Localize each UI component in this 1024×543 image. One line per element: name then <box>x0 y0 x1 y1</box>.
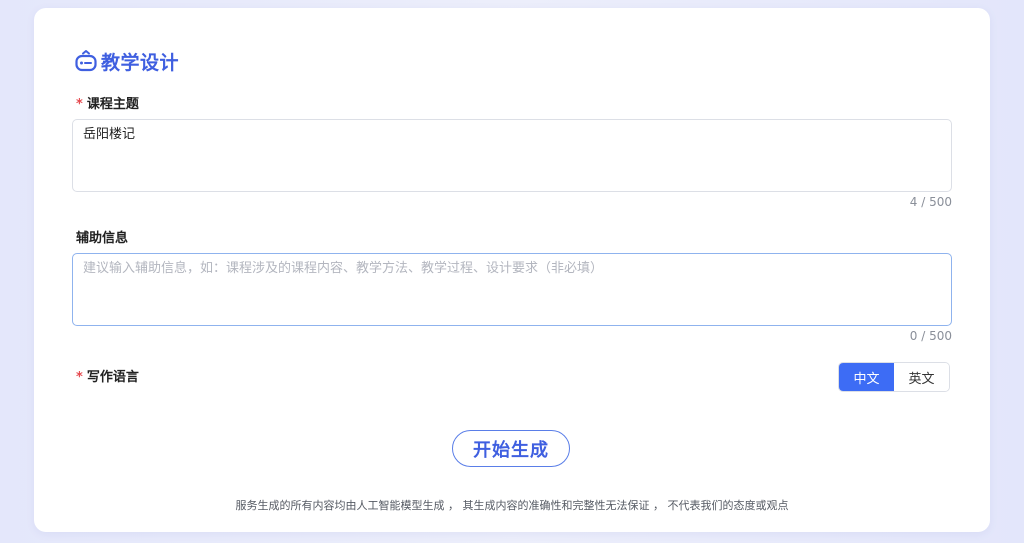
language-label: * 写作语言 <box>76 370 139 386</box>
disclaimer-text: 服务生成的所有内容均由人工智能模型生成 ， 其生成内容的准确性和完整性无法保证 … <box>235 499 789 512</box>
required-mark: * <box>76 370 83 385</box>
language-option-english[interactable]: 英文 <box>894 363 949 391</box>
language-label-text: 写作语言 <box>86 370 139 385</box>
aux-label-text: 辅助信息 <box>76 231 129 246</box>
language-option-chinese[interactable]: 中文 <box>839 363 894 391</box>
topic-label-text: 课程主题 <box>86 97 139 112</box>
required-mark: * <box>76 97 83 112</box>
main-card: 教学设计 *课程主题 岳阳楼记 4 / 500 辅助信息 0 / 500 *写作… <box>34 8 990 532</box>
page-title: 教学设计 <box>101 51 180 74</box>
robot-icon <box>74 49 98 73</box>
title-row: 教学设计 <box>74 48 179 74</box>
topic-label: * 课程主题 <box>76 97 139 113</box>
topic-counter: 4 / 500 <box>909 195 952 209</box>
aux-label: 辅助信息 <box>76 231 128 247</box>
topic-input[interactable]: 岳阳楼记 <box>72 119 952 192</box>
aux-counter: 0 / 500 <box>909 329 952 343</box>
generate-button[interactable]: 开始生成 <box>452 430 570 467</box>
aux-input[interactable] <box>72 253 952 326</box>
language-toggle: 中文 英文 <box>838 362 950 392</box>
